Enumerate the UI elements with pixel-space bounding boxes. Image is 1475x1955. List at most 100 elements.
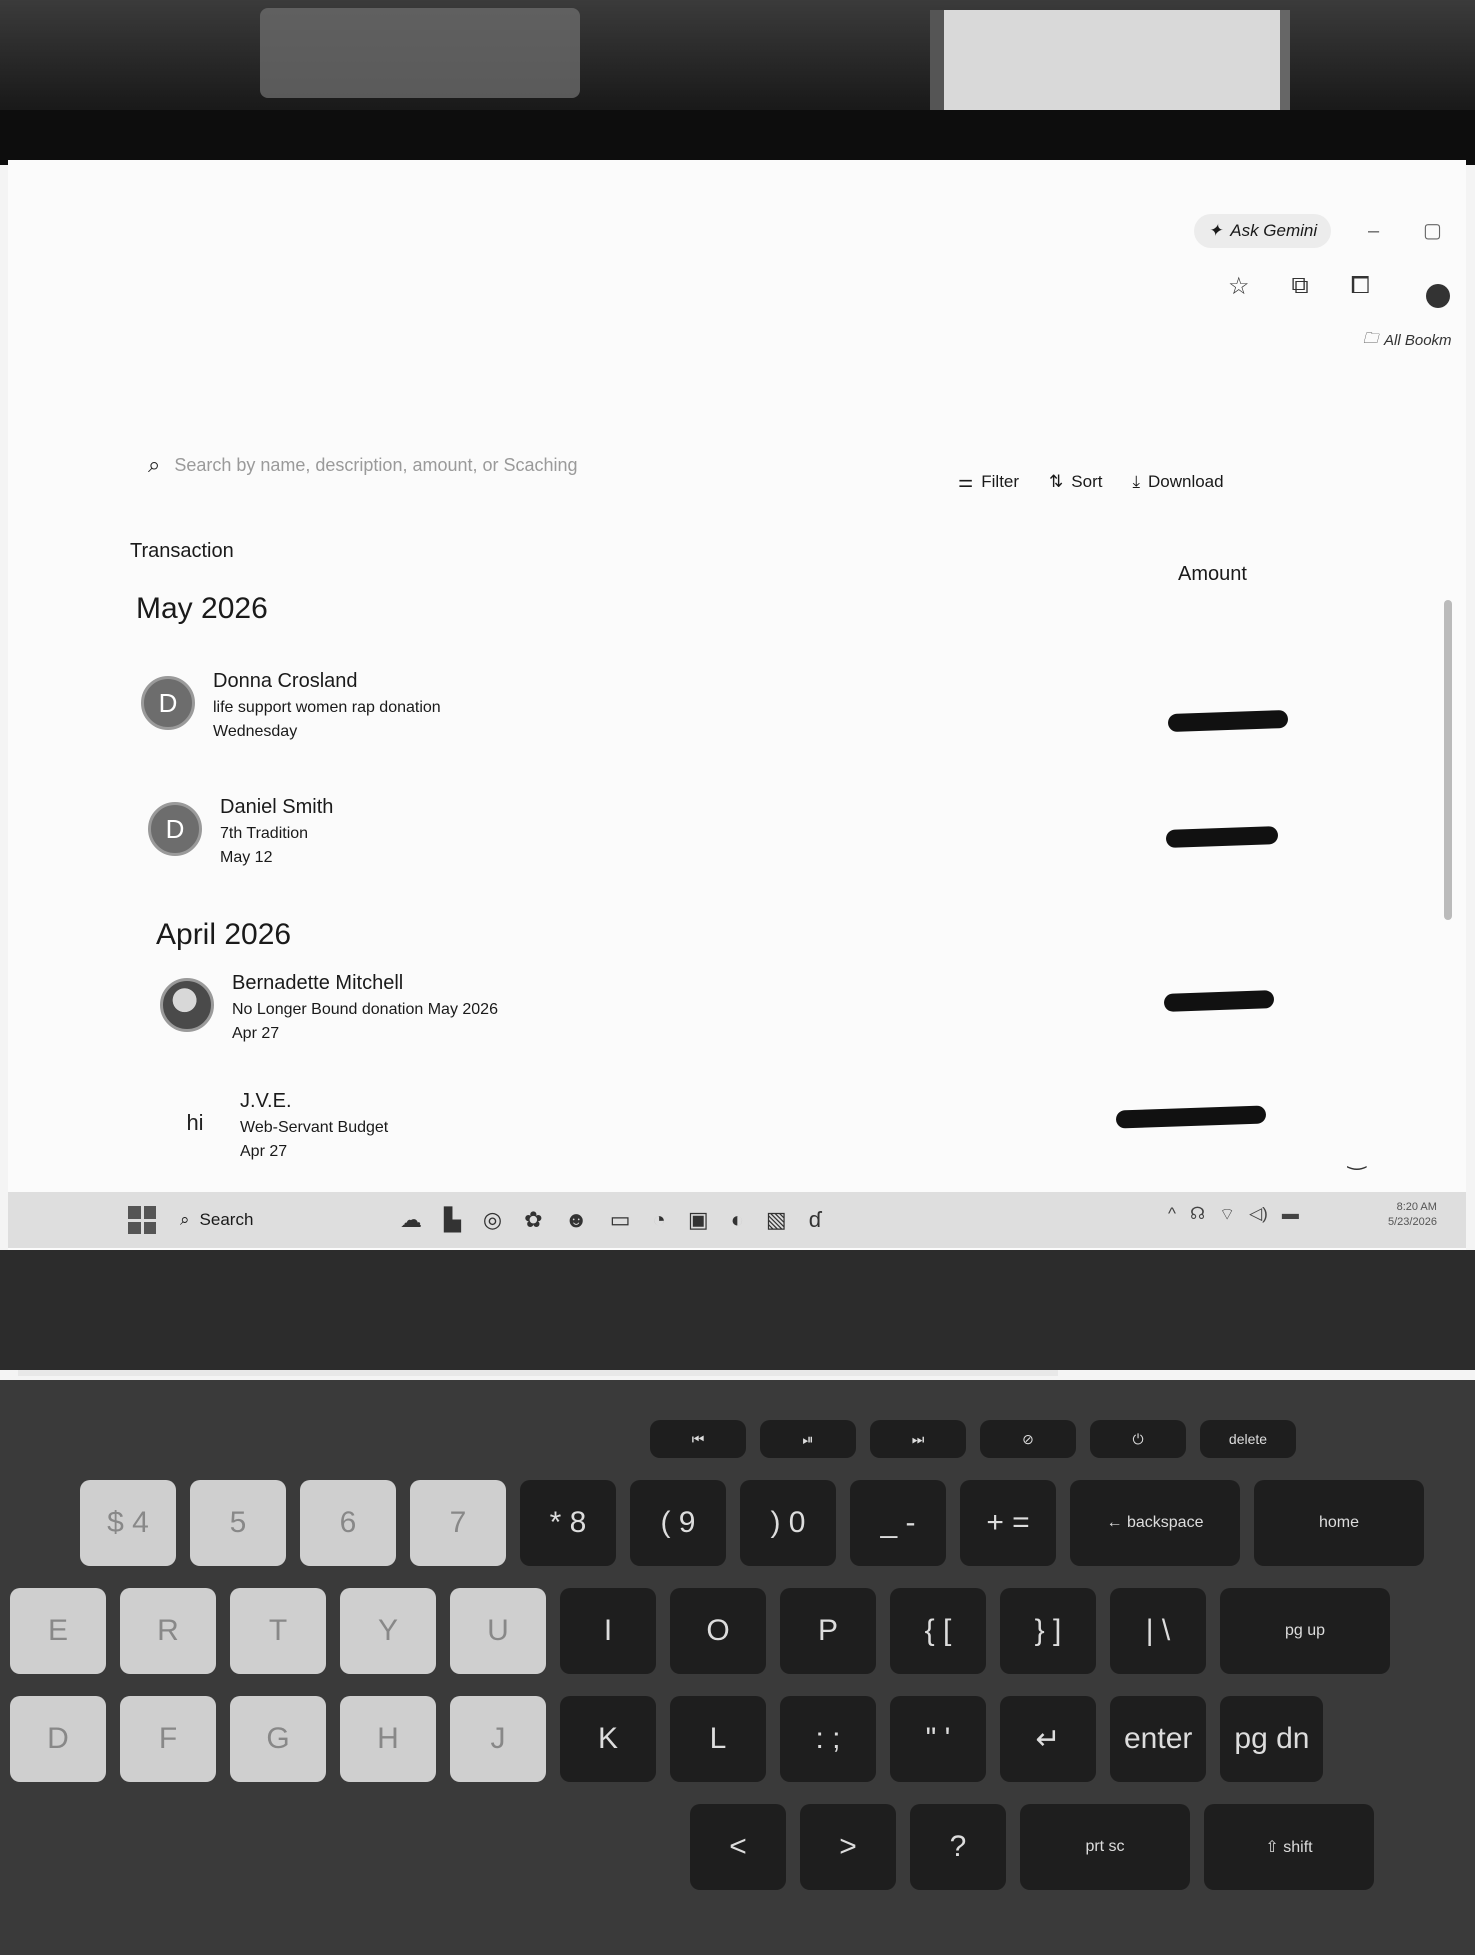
transaction-details: Daniel Smith 7th Tradition May 12: [220, 796, 333, 867]
store-icon[interactable]: ▣: [688, 1207, 709, 1233]
search-icon: ⌕: [180, 1210, 190, 1229]
transaction-date: Wednesday: [213, 723, 298, 740]
avatar: hi: [186, 1110, 204, 1135]
browser-toolbar: ☆ ⧉ ⧠: [1228, 272, 1370, 301]
key: O: [670, 1588, 766, 1674]
avatar: D: [148, 802, 202, 856]
edge-icon[interactable]: ◔: [653, 1207, 666, 1233]
key: L: [670, 1696, 766, 1782]
sort-label: Sort: [1071, 472, 1103, 491]
extensions-icon[interactable]: ⧉: [1292, 272, 1309, 301]
system-tray: ^ ☊ ⌔ ◁) ▬: [1168, 1204, 1299, 1225]
star-icon[interactable]: ☆: [1228, 272, 1250, 301]
column-header-transaction: Transaction: [130, 540, 234, 562]
laptop-screen: ✦ Ask Gemini – ▢ ☆ ⧉ ⧠ 🗀 All Bookm ⌕ ⚌ F…: [8, 160, 1466, 1250]
taskbar-search-label: Search: [199, 1210, 254, 1229]
amount-redacted: [1167, 709, 1289, 733]
key: K: [560, 1696, 656, 1782]
transaction-description: 7th Tradition: [220, 825, 309, 842]
transaction-date: Apr 27: [232, 1025, 280, 1042]
key: * 8: [520, 1480, 616, 1566]
sparkle-icon: ✦: [1208, 221, 1223, 240]
taskbar-clock[interactable]: 8:20 AM 5/23/2026: [1388, 1200, 1437, 1231]
app-icon[interactable]: ▙: [444, 1207, 461, 1233]
copilot-icon[interactable]: ✿: [524, 1207, 542, 1233]
key: F: [120, 1696, 216, 1782]
network-icon[interactable]: ☊: [1190, 1204, 1205, 1225]
start-button[interactable]: [128, 1206, 156, 1234]
app-icon[interactable]: ɗ: [809, 1207, 821, 1233]
ask-gemini-button[interactable]: ✦ Ask Gemini: [1194, 214, 1332, 248]
filter-button[interactable]: ⚌ Filter: [958, 472, 1019, 492]
windows-taskbar: ⌕ Search ☁ ▙ ◎ ✿ ☻ ▭ ◔ ▣ ◐ ▧ ɗ ^ ☊ ⌔ ◁) …: [8, 1192, 1466, 1248]
volume-icon[interactable]: ◁): [1249, 1204, 1268, 1225]
clock-time: 8:20 AM: [1396, 1201, 1437, 1213]
avatar: D: [141, 676, 195, 730]
avatar: [160, 978, 214, 1032]
teams-icon[interactable]: ☻: [565, 1207, 588, 1233]
chevron-up-icon[interactable]: ^: [1168, 1204, 1176, 1225]
key: { [: [890, 1588, 986, 1674]
key: G: [230, 1696, 326, 1782]
key: : ;: [780, 1696, 876, 1782]
widgets-icon[interactable]: ☁: [400, 1207, 422, 1233]
maximize-icon[interactable]: ▢: [1423, 218, 1442, 243]
key: H: [340, 1696, 436, 1782]
key: ⏮: [650, 1420, 746, 1458]
sort-button[interactable]: ⇅ Sort: [1049, 472, 1102, 492]
screen-search-icon[interactable]: ⧠: [1351, 272, 1370, 301]
keyboard-number-row: $ 4 5 6 7 * 8 ( 9 ) 0 _ - + = ← backspac…: [10, 1480, 1465, 1566]
all-bookmarks-label: All Bookm: [1384, 332, 1452, 349]
file-explorer-icon[interactable]: ▭: [610, 1207, 631, 1233]
app-icon[interactable]: ◐: [731, 1207, 744, 1233]
scrollbar[interactable]: [1444, 600, 1452, 920]
background-window: [930, 10, 1290, 110]
key: " ': [890, 1696, 986, 1782]
list-item[interactable]: Bernadette Mitchell No Longer Bound dona…: [160, 972, 498, 1043]
search-icon: ⌕: [148, 452, 161, 477]
wifi-icon[interactable]: ⌔: [1219, 1204, 1235, 1225]
laptop-bezel-bottom: [0, 1250, 1475, 1370]
key: pg dn: [1220, 1696, 1324, 1782]
key: ← backspace: [1070, 1480, 1240, 1566]
list-item[interactable]: hi J.V.E. Web-Servant Budget Apr 27: [168, 1090, 388, 1161]
month-heading: May 2026: [136, 592, 268, 625]
download-button[interactable]: ⤓ Download: [1132, 472, 1223, 492]
key: _ -: [850, 1480, 946, 1566]
sort-icon: ⇅: [1049, 472, 1064, 491]
key: ⊘: [980, 1420, 1076, 1458]
feedback-icon[interactable]: ‿: [1348, 1145, 1366, 1171]
key: enter: [1110, 1696, 1207, 1782]
key: delete: [1200, 1420, 1296, 1458]
app-icon[interactable]: ▧: [766, 1207, 787, 1233]
key: ↵: [1000, 1696, 1096, 1782]
key: Y: [340, 1588, 436, 1674]
transaction-name: J.V.E.: [240, 1090, 292, 1112]
chrome-icon[interactable]: ◎: [483, 1207, 502, 1233]
laptop-bezel-top: [0, 110, 1475, 165]
minimize-icon[interactable]: –: [1368, 220, 1379, 243]
keyboard-bottom-row: < > ? prt sc ⇧ shift: [10, 1804, 1465, 1890]
amount-redacted: [1165, 826, 1279, 848]
transaction-date: Apr 27: [240, 1143, 288, 1160]
transaction-description: No Longer Bound donation May 2026: [232, 1001, 498, 1018]
transaction-description: Web-Servant Budget: [240, 1119, 389, 1136]
profile-avatar[interactable]: [1426, 284, 1450, 308]
ask-gemini-label: Ask Gemini: [1230, 221, 1318, 240]
laptop-hinge: [18, 1370, 1058, 1376]
list-item[interactable]: D Daniel Smith 7th Tradition May 12: [148, 796, 333, 867]
taskbar-search[interactable]: ⌕ Search: [180, 1210, 360, 1230]
column-header-amount: Amount: [1178, 563, 1247, 585]
key: T: [230, 1588, 326, 1674]
download-label: Download: [1147, 472, 1224, 491]
amount-redacted: [1163, 990, 1275, 1012]
battery-icon[interactable]: ▬: [1282, 1204, 1299, 1225]
list-item[interactable]: D Donna Crosland life support women rap …: [141, 670, 441, 741]
search-input[interactable]: [174, 454, 715, 476]
key: U: [450, 1588, 546, 1674]
transaction-name: Donna Crosland: [213, 670, 358, 692]
filter-icon: ⚌: [958, 472, 974, 491]
all-bookmarks-button[interactable]: 🗀 All Bookm: [1363, 328, 1452, 353]
transaction-date: May 12: [220, 849, 273, 866]
key: } ]: [1000, 1588, 1096, 1674]
